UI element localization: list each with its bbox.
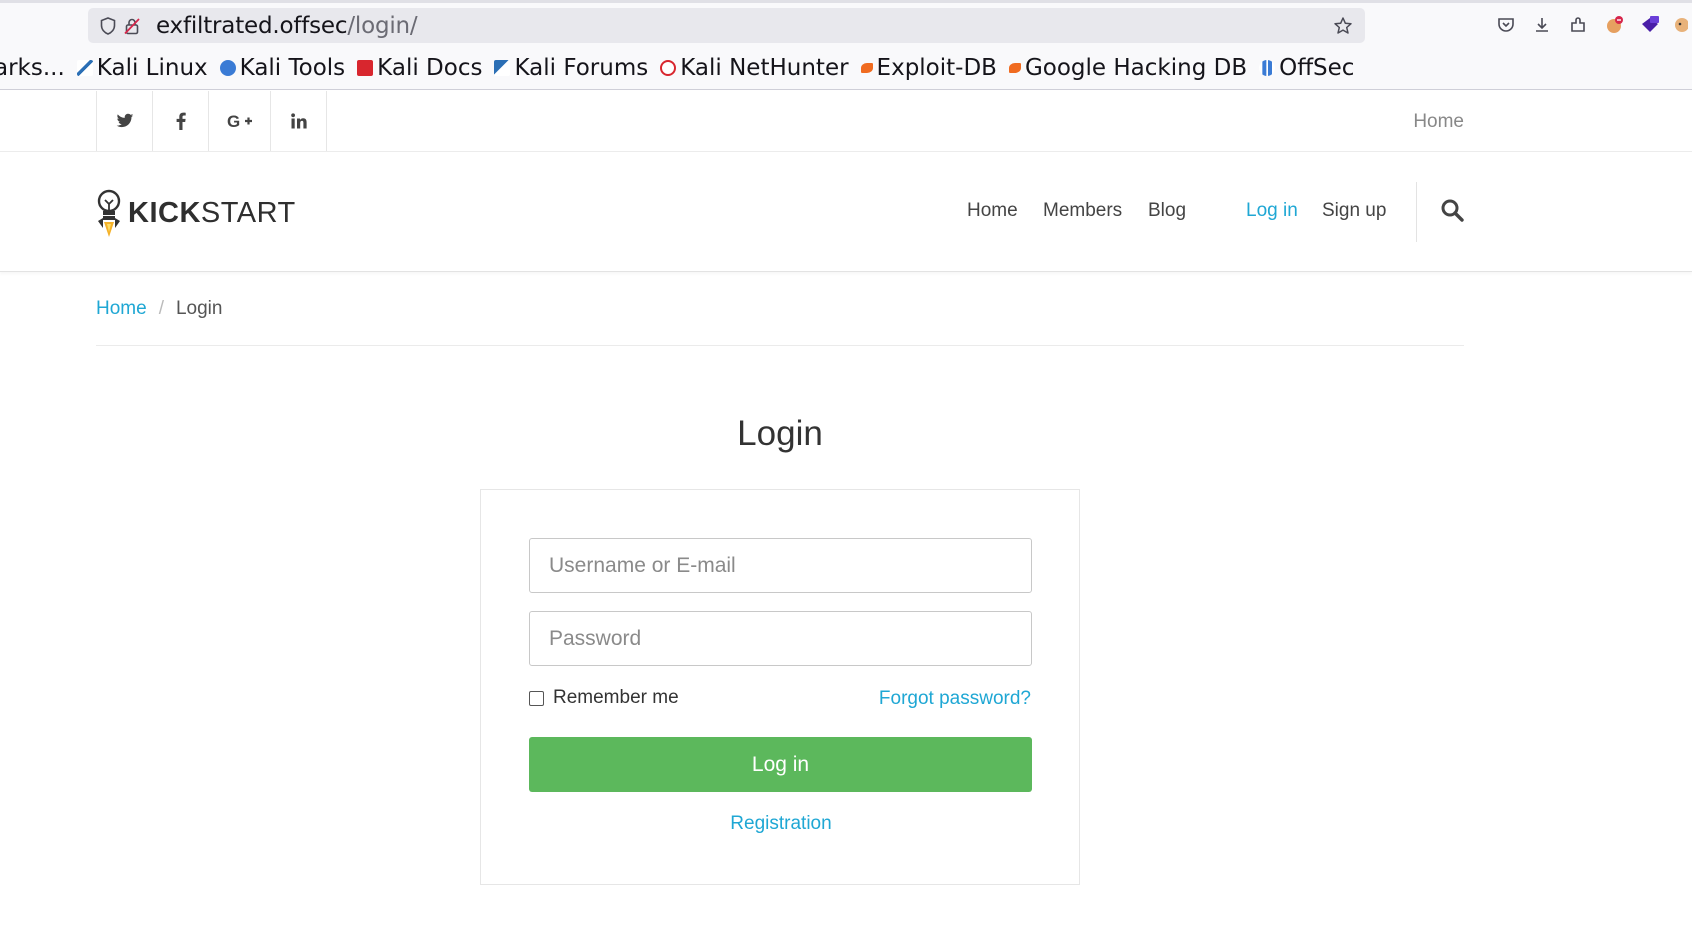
nav-members[interactable]: Members bbox=[1043, 200, 1122, 222]
registration-link[interactable]: Registration bbox=[481, 813, 1081, 835]
shield-icon[interactable] bbox=[98, 16, 118, 36]
bookmark-label: Kali Linux bbox=[96, 55, 208, 81]
login-form-card: Remember me Forgot password? Log in Regi… bbox=[480, 489, 1080, 885]
nav-home[interactable]: Home bbox=[967, 200, 1018, 222]
search-icon[interactable] bbox=[1440, 198, 1466, 224]
toolbar-icons bbox=[1488, 10, 1692, 40]
ghdb-favicon-icon bbox=[1008, 63, 1021, 73]
extension-badge-icon[interactable] bbox=[1632, 10, 1668, 40]
breadcrumb: Home / Login bbox=[96, 298, 222, 320]
bookmark-label: arks... bbox=[0, 55, 65, 81]
main-navbar: KICKSTART Home Members Blog Log in Sign … bbox=[0, 152, 1692, 272]
svg-text:G: G bbox=[227, 113, 240, 129]
browser-chrome: exfiltrated.offsec/login/ arks... Kali L… bbox=[0, 0, 1692, 90]
breadcrumb-divider bbox=[96, 345, 1464, 346]
kali-tools-favicon-icon bbox=[219, 60, 236, 76]
url-bar[interactable]: exfiltrated.offsec/login/ bbox=[88, 8, 1365, 43]
bookmark-label: Exploit-DB bbox=[876, 55, 997, 81]
nav-divider bbox=[1416, 182, 1417, 242]
google-plus-icon[interactable]: G bbox=[209, 91, 271, 151]
nav-menu: Home Members Blog Log in Sign up bbox=[0, 182, 1692, 242]
downloads-icon[interactable] bbox=[1524, 10, 1560, 40]
nav-blog[interactable]: Blog bbox=[1148, 200, 1186, 222]
kali-linux-favicon-icon bbox=[76, 60, 93, 76]
kali-nethunter-favicon-icon bbox=[660, 60, 677, 76]
bookmark-google-hacking-db[interactable]: Google Hacking DB bbox=[1008, 55, 1248, 81]
bookmark-exploit-db[interactable]: Exploit-DB bbox=[860, 55, 997, 81]
bookmark-label: Kali Forums bbox=[514, 55, 649, 81]
login-button[interactable]: Log in bbox=[529, 737, 1032, 792]
insecure-lock-icon[interactable] bbox=[122, 16, 142, 36]
offsec-favicon-icon bbox=[1259, 60, 1276, 76]
kali-docs-favicon-icon bbox=[357, 60, 374, 76]
tab-strip-edge bbox=[0, 0, 1692, 3]
bookmark-label: Kali NetHunter bbox=[680, 55, 849, 81]
bookmark-label: Google Hacking DB bbox=[1024, 55, 1248, 81]
bookmark-item[interactable]: arks... bbox=[0, 55, 65, 81]
bookmark-label: Kali Tools bbox=[239, 55, 346, 81]
nav-login[interactable]: Log in bbox=[1246, 200, 1298, 222]
pocket-icon[interactable] bbox=[1488, 10, 1524, 40]
page-title: Login bbox=[737, 414, 823, 453]
password-input[interactable] bbox=[529, 611, 1032, 666]
twitter-icon[interactable] bbox=[97, 91, 153, 151]
username-input[interactable] bbox=[529, 538, 1032, 593]
bookmark-kali-linux[interactable]: Kali Linux bbox=[76, 55, 208, 81]
exploit-db-favicon-icon bbox=[860, 63, 873, 73]
remember-me-checkbox[interactable] bbox=[529, 690, 544, 706]
social-links: G bbox=[96, 91, 327, 151]
bookmark-label: OffSec bbox=[1279, 55, 1355, 81]
breadcrumb-separator: / bbox=[158, 298, 164, 319]
facebook-icon[interactable] bbox=[153, 91, 209, 151]
breadcrumb-home[interactable]: Home bbox=[96, 298, 147, 320]
extensions-icon[interactable] bbox=[1560, 10, 1596, 40]
top-bar: G Home bbox=[0, 91, 1692, 152]
bookmark-kali-docs[interactable]: Kali Docs bbox=[357, 55, 482, 81]
bookmark-label: Kali Docs bbox=[377, 55, 483, 81]
url-text[interactable]: exfiltrated.offsec/login/ bbox=[156, 12, 418, 39]
nav-signup[interactable]: Sign up bbox=[1322, 200, 1386, 222]
url-path: /login/ bbox=[347, 12, 418, 39]
bookmarks-toolbar: arks... Kali Linux Kali Tools Kali Docs … bbox=[0, 50, 1692, 86]
extension-cookie-icon[interactable] bbox=[1596, 10, 1632, 40]
url-host: exfiltrated.offsec bbox=[156, 12, 348, 39]
bookmark-star-icon[interactable] bbox=[1333, 16, 1353, 36]
linkedin-icon[interactable] bbox=[271, 91, 327, 151]
bookmark-kali-tools[interactable]: Kali Tools bbox=[219, 55, 346, 81]
topbar-home-link[interactable]: Home bbox=[1413, 111, 1464, 133]
remember-me-label: Remember me bbox=[553, 687, 679, 708]
breadcrumb-current: Login bbox=[175, 298, 223, 319]
bookmark-kali-forums[interactable]: Kali Forums bbox=[494, 55, 648, 81]
remember-me[interactable]: Remember me bbox=[529, 687, 679, 709]
bookmark-kali-nethunter[interactable]: Kali NetHunter bbox=[660, 55, 849, 81]
bookmark-offsec[interactable]: OffSec bbox=[1259, 55, 1354, 81]
kali-forums-favicon-icon bbox=[494, 60, 511, 76]
forgot-password-link[interactable]: Forgot password? bbox=[879, 688, 1031, 710]
extension-face-icon[interactable] bbox=[1668, 10, 1692, 40]
